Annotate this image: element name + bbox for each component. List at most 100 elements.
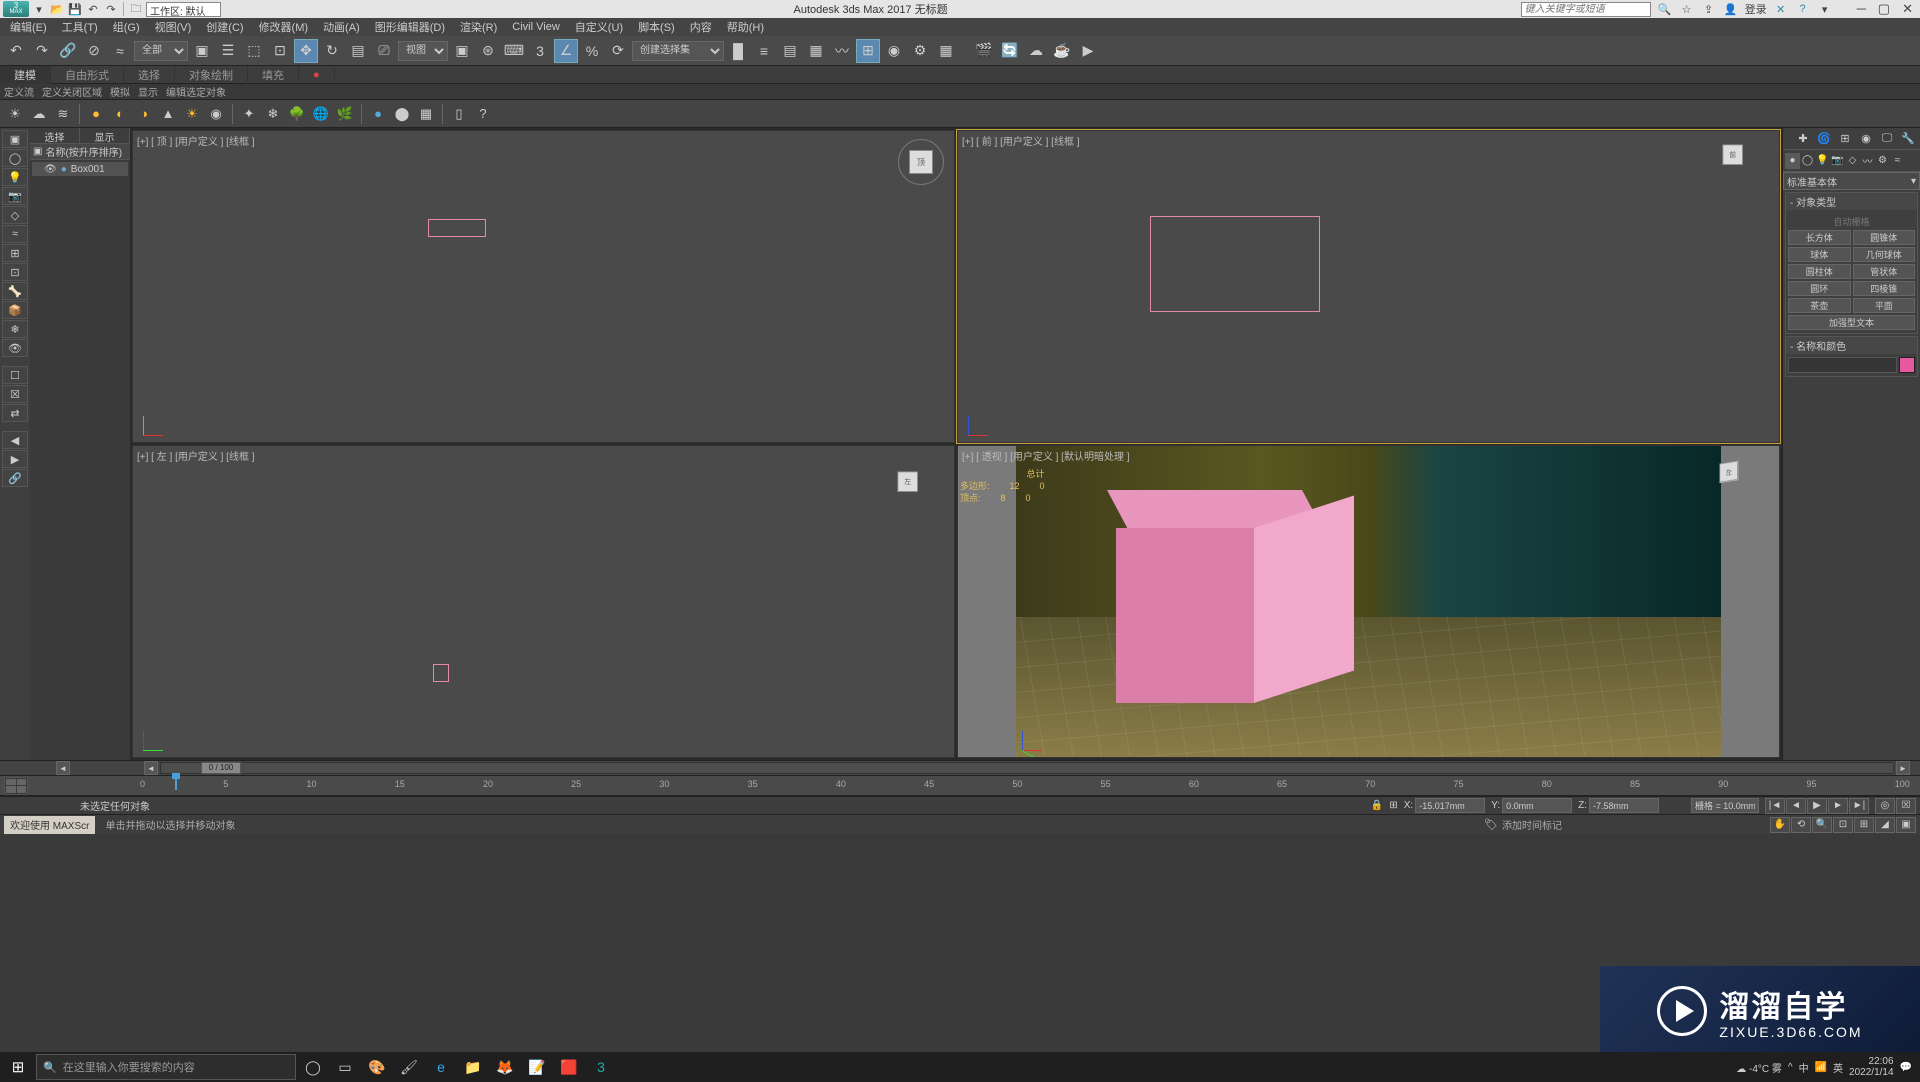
x-coord-input[interactable] <box>1415 798 1485 813</box>
btn-plane[interactable]: 平面 <box>1853 298 1916 313</box>
select-invert-icon[interactable]: ⇄ <box>2 404 28 422</box>
auto-grid-checkbox[interactable]: 自动栅格 <box>1788 213 1915 230</box>
spinner-snap-button[interactable]: ⟳ <box>606 39 630 63</box>
btn-textplus[interactable]: 加强型文本 <box>1788 315 1915 330</box>
subribbon-edit-sel[interactable]: 编辑选定对象 <box>166 84 226 99</box>
xview-icon[interactable]: ☒ <box>1896 798 1916 814</box>
omni-light-icon[interactable]: ● <box>85 103 107 125</box>
cat-more-icon[interactable]: ≈ <box>1890 153 1905 169</box>
ref-coord-system[interactable]: 视图 <box>398 41 448 61</box>
undo-button[interactable]: ↶ <box>4 39 28 63</box>
y-coord-input[interactable] <box>1502 798 1572 813</box>
menu-create[interactable]: 创建(C) <box>200 18 249 36</box>
sun-icon[interactable]: ☀ <box>4 103 26 125</box>
named-selection-set[interactable]: 创建选择集 <box>632 41 724 61</box>
ribbon-toggle-icon[interactable]: ● <box>299 68 335 82</box>
time-scrub-thumb[interactable]: 0 / 100 <box>201 762 241 774</box>
spot-light-icon[interactable]: ◐ <box>109 103 131 125</box>
x-icon[interactable]: ✕ <box>1773 1 1789 17</box>
infocenter-icon[interactable]: 🔍 <box>1657 1 1673 17</box>
window-crossing-button[interactable]: ⊡ <box>268 39 292 63</box>
app-3dsmax-icon[interactable]: 3 <box>586 1053 616 1081</box>
start-button[interactable]: ⊞ <box>2 1053 34 1081</box>
grass-icon[interactable]: 🌿 <box>334 103 356 125</box>
subribbon-define-flow[interactable]: 定义流 <box>4 84 34 99</box>
angle-snap-button[interactable]: ∠ <box>554 39 578 63</box>
collapse-icon[interactable]: ◀ <box>2 431 28 449</box>
viewcube-front[interactable]: 前 <box>1722 144 1761 183</box>
render-prod-button[interactable]: 🎬 <box>972 39 996 63</box>
lock-icon[interactable]: 🔒 <box>1371 800 1383 811</box>
btn-cone[interactable]: 圆锥体 <box>1853 230 1916 245</box>
filter-cameras-icon[interactable]: 📷 <box>2 187 28 205</box>
render-a360-button[interactable]: ☁ <box>1024 39 1048 63</box>
render-iter-button[interactable]: 🔄 <box>998 39 1022 63</box>
redo-button[interactable]: ↷ <box>30 39 54 63</box>
tree-icon[interactable]: 🌳 <box>286 103 308 125</box>
filter-frozen-icon[interactable]: ❄ <box>2 320 28 338</box>
menu-edit[interactable]: 编辑(E) <box>4 18 53 36</box>
expand-icon[interactable]: ▶ <box>2 450 28 468</box>
ime-cn-icon[interactable]: 中 <box>1799 1060 1809 1075</box>
viewcube-top[interactable]: 顶 <box>898 139 944 185</box>
top-view-box[interactable] <box>428 219 486 237</box>
viewport-top-label[interactable]: [+] [ 顶 ] [用户定义 ] [线框 ] <box>137 133 255 148</box>
drop-icon[interactable]: ▾ <box>1817 1 1833 17</box>
max-toggle-icon[interactable]: ▣ <box>1896 817 1916 833</box>
taskbar-search[interactable]: 🔍 在这里输入你要搜索的内容 <box>36 1054 296 1080</box>
zoom-icon[interactable]: 🔍 <box>1812 817 1832 833</box>
weather-widget[interactable]: ☁ -4°C 雾 <box>1736 1060 1782 1075</box>
time-scrub-track[interactable]: 0 / 100 <box>160 762 1894 774</box>
btn-tube[interactable]: 管状体 <box>1853 264 1916 279</box>
percent-snap-button[interactable]: % <box>580 39 604 63</box>
unlink-button[interactable]: ⊘ <box>82 39 106 63</box>
cat-lights-icon[interactable]: 💡 <box>1815 153 1830 169</box>
filter-helpers-icon[interactable]: ◇ <box>2 206 28 224</box>
goto-end-icon[interactable]: ►| <box>1849 798 1869 814</box>
cloud-icon[interactable]: ☁ <box>28 103 50 125</box>
align-button[interactable]: ≡ <box>752 39 776 63</box>
visibility-icon[interactable]: 👁 <box>44 164 57 175</box>
direct-light-icon[interactable]: ◑ <box>133 103 155 125</box>
ribbon-populate[interactable]: 填充 <box>248 66 299 84</box>
save-icon[interactable]: 💾 <box>67 1 83 17</box>
menu-customize[interactable]: 自定义(U) <box>569 18 629 36</box>
filter-bones-icon[interactable]: 🦴 <box>2 282 28 300</box>
curve-editor-button[interactable]: 〰 <box>830 39 854 63</box>
menu-content[interactable]: 内容 <box>684 18 718 36</box>
undo-icon[interactable]: ↶ <box>85 1 101 17</box>
close-icon[interactable]: ✕ <box>1902 1 1913 17</box>
subribbon-define-idle[interactable]: 定义关闭区域 <box>42 84 102 99</box>
tray-chevron-icon[interactable]: ^ <box>1788 1062 1793 1073</box>
manipulate-button[interactable]: ⊛ <box>476 39 500 63</box>
app-notes-icon[interactable]: 📝 <box>522 1053 552 1081</box>
scene-explorer-scrollbar[interactable]: ◄ ◄ 0 / 100 ► <box>0 760 1920 776</box>
minimize-icon[interactable]: ─ <box>1857 1 1866 17</box>
object-name-input[interactable] <box>1788 357 1897 373</box>
next-frame-icon[interactable]: ► <box>1828 798 1848 814</box>
mirror-button[interactable]: ▐▌ <box>726 39 750 63</box>
new-icon[interactable]: ▾ <box>31 1 47 17</box>
ime-indicator[interactable]: 英 <box>1833 1060 1843 1075</box>
z-coord-input[interactable] <box>1589 798 1659 813</box>
btn-sphere[interactable]: 球体 <box>1788 247 1851 262</box>
use-pivot-button[interactable]: ▣ <box>450 39 474 63</box>
bind-spacewarp-button[interactable]: ≈ <box>108 39 132 63</box>
project-icon[interactable]: 🗀 <box>128 1 144 17</box>
render-preset-button[interactable]: ☕ <box>1050 39 1074 63</box>
left-view-box[interactable] <box>433 664 449 682</box>
btn-geosphere[interactable]: 几何球体 <box>1853 247 1916 262</box>
star-icon[interactable]: ☆ <box>1679 1 1695 17</box>
select-place-button[interactable]: ⎚ <box>372 39 396 63</box>
filter-lights-icon[interactable]: 💡 <box>2 168 28 186</box>
app-paint-icon[interactable]: 🖌 <box>394 1053 424 1081</box>
app-firefox-icon[interactable]: 🦊 <box>490 1053 520 1081</box>
filter-spacewarps-icon[interactable]: ≈ <box>2 225 28 243</box>
open-icon[interactable]: 📂 <box>49 1 65 17</box>
taskbar-clock[interactable]: 22:06 2022/1/14 <box>1849 1056 1894 1078</box>
time-tag-icon[interactable]: 🏷 <box>1484 818 1498 831</box>
subribbon-display[interactable]: 显示 <box>138 84 158 99</box>
prev-frame-icon[interactable]: ◄ <box>1786 798 1806 814</box>
scroll-left-icon[interactable]: ◄ <box>56 761 70 775</box>
viewport-front-label[interactable]: [+] [ 前 ] [用户定义 ] [线框 ] <box>962 133 1080 148</box>
